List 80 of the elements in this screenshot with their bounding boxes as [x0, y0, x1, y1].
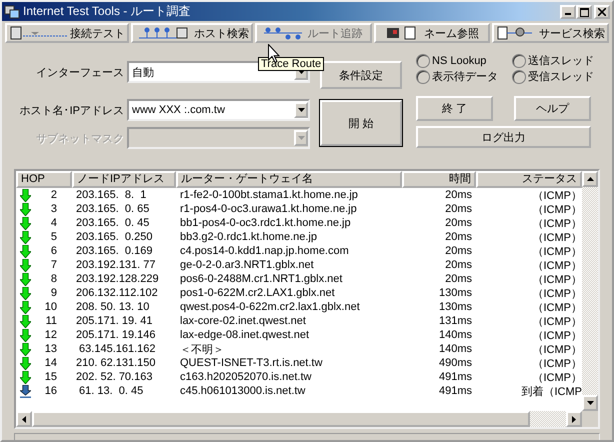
table-cell-text: 61. 13. 0. 45	[78, 385, 144, 397]
table-cell-text: 491ms	[438, 385, 473, 397]
table-cell-text: 8	[50, 273, 57, 285]
table-cell-text: 3	[50, 203, 57, 215]
table-cell-text: （ICMP）	[532, 230, 582, 244]
table-cell-text: （ICMP）	[532, 356, 582, 370]
table-cell-text: QUEST-ISNET-T3.rt.is.net.tw	[179, 357, 324, 369]
table-cell-text: pos6-0-2488M.cr1.NRT1.gblx.net	[179, 273, 344, 285]
table-cell-text: （ICMP）	[532, 314, 582, 328]
table-cell-text: qwest.pos4-0-622m.cr2.lax1.gblx.net	[179, 301, 361, 313]
table-cell-text: r1-fe2-0-100bt.stama1.kt.home.ne.jp	[179, 189, 359, 201]
table-cell-text: 13	[44, 343, 57, 355]
table-cell-text: 203.165. 0. 65	[75, 203, 150, 215]
table-cell-text: （ICMP）	[532, 286, 582, 300]
table-cell-text: 10	[44, 301, 57, 313]
table-cell-text: 203.192.128.229	[75, 273, 160, 285]
table-cell-text: 20ms	[444, 245, 473, 257]
table-cell-text: lax-core-02.inet.qwest.net	[179, 315, 307, 327]
table-cell-text: 490ms	[438, 357, 473, 369]
table-cell-text: c163.h202052070.is.net.tw	[179, 371, 312, 383]
table-cell-text: 到着（ICMP	[520, 384, 582, 398]
table-cell-text: （ICMP）	[532, 258, 582, 272]
table-cell-text: 203.165. 0.250	[75, 231, 154, 243]
table-cell-text: 131ms	[438, 315, 473, 327]
table-cell-text: bb1-pos4-0-oc3.rdc1.kt.home.ne.jp	[179, 217, 352, 229]
table-cell-text: （ICMP）	[532, 244, 582, 258]
table-cell-text: 20ms	[444, 217, 473, 229]
field-label: ホスト名･IPアドレス	[18, 104, 125, 118]
table-cell-text: （ICMP）	[532, 202, 582, 216]
table-cell-text: 205.171. 19.146	[75, 329, 157, 341]
table-cell-text: 140ms	[438, 343, 473, 355]
table-cell-text: 11	[44, 315, 57, 327]
table-cell-text: lax-edge-08.inet.qwest.net	[179, 329, 310, 341]
table-cell-text: c4.pos14-0.kdd1.nap.jp.home.com	[179, 245, 350, 257]
table-cell-text: 12	[44, 329, 57, 341]
table-cell-text: 205.171. 19. 41	[75, 315, 154, 327]
table-cell-text: （ICMP）	[532, 328, 582, 342]
table-cell-text: 140ms	[438, 329, 473, 341]
window-title: Internet Test Tools - ルート調査	[23, 3, 191, 20]
table-cell-text: 16	[44, 385, 57, 397]
table-cell-text: （ICMP）	[532, 272, 582, 286]
table-cell-text: 7	[50, 259, 57, 271]
table-cell-text: 202. 52. 70.163	[75, 371, 154, 383]
table-cell-text: 20ms	[444, 259, 473, 271]
table-cell-text: 20ms	[444, 273, 473, 285]
table-cell-text: 203.165. 0.169	[75, 245, 154, 257]
table-cell-text: 6	[50, 245, 57, 257]
table-cell-text: （ICMP）	[532, 300, 582, 314]
table-cell-text: 130ms	[438, 287, 473, 299]
table-cell-text: 2	[50, 189, 57, 201]
table-cell-text: 491ms	[438, 371, 473, 383]
table-cell-text: 203.165. 0. 45	[75, 217, 150, 229]
table-cell-text: c45.h061013000.is.net.tw	[179, 385, 306, 397]
table-cell-text: 5	[50, 231, 57, 243]
table-cell-text: bb3.g2-0.rdc1.kt.home.ne.jp	[179, 231, 318, 243]
table-cell-text: pos1-0-622M.cr2.LAX1.gblx.net	[179, 287, 336, 299]
table-cell-text: （ICMP）	[532, 188, 582, 202]
table-cell-text: 63.145.161.162	[78, 343, 157, 355]
table-cell-text: ＜不明＞	[179, 342, 225, 356]
table-cell-text: （ICMP）	[532, 216, 582, 230]
table-cell-text: 20ms	[444, 203, 473, 215]
table-cell-text: 206.132.112.102	[75, 287, 159, 299]
table-cell-text: 20ms	[444, 231, 473, 243]
table-cell-text: （ICMP）	[532, 370, 582, 384]
table-cell-text: r1-pos4-0-oc3.urawa1.kt.home.ne.jp	[179, 203, 358, 215]
table-cell-text: 15	[44, 371, 57, 383]
table-cell-text: 9	[50, 287, 57, 299]
table-cell-text: 203.165. 8. 1	[75, 189, 148, 201]
table-cell-text: 203.192.131. 77	[75, 259, 157, 271]
table-cell-text: （ICMP）	[532, 342, 582, 356]
table-cell-text: 208. 50. 13. 10	[75, 301, 150, 313]
table-cell-text: 130ms	[438, 301, 473, 313]
field-label: サブネットマスク	[35, 132, 125, 146]
table-cell-text: 20ms	[444, 189, 473, 201]
table-cell-text: 210. 62.131.150	[75, 357, 157, 369]
table-cell-text: ge-0-2-0.ar3.NRT1.gblx.net	[179, 259, 315, 271]
tooltip: Trace Route	[258, 57, 324, 71]
table-cell-text: 4	[50, 217, 57, 229]
table-cell-text: 14	[44, 357, 57, 369]
field-label: インターフェース	[35, 66, 125, 80]
